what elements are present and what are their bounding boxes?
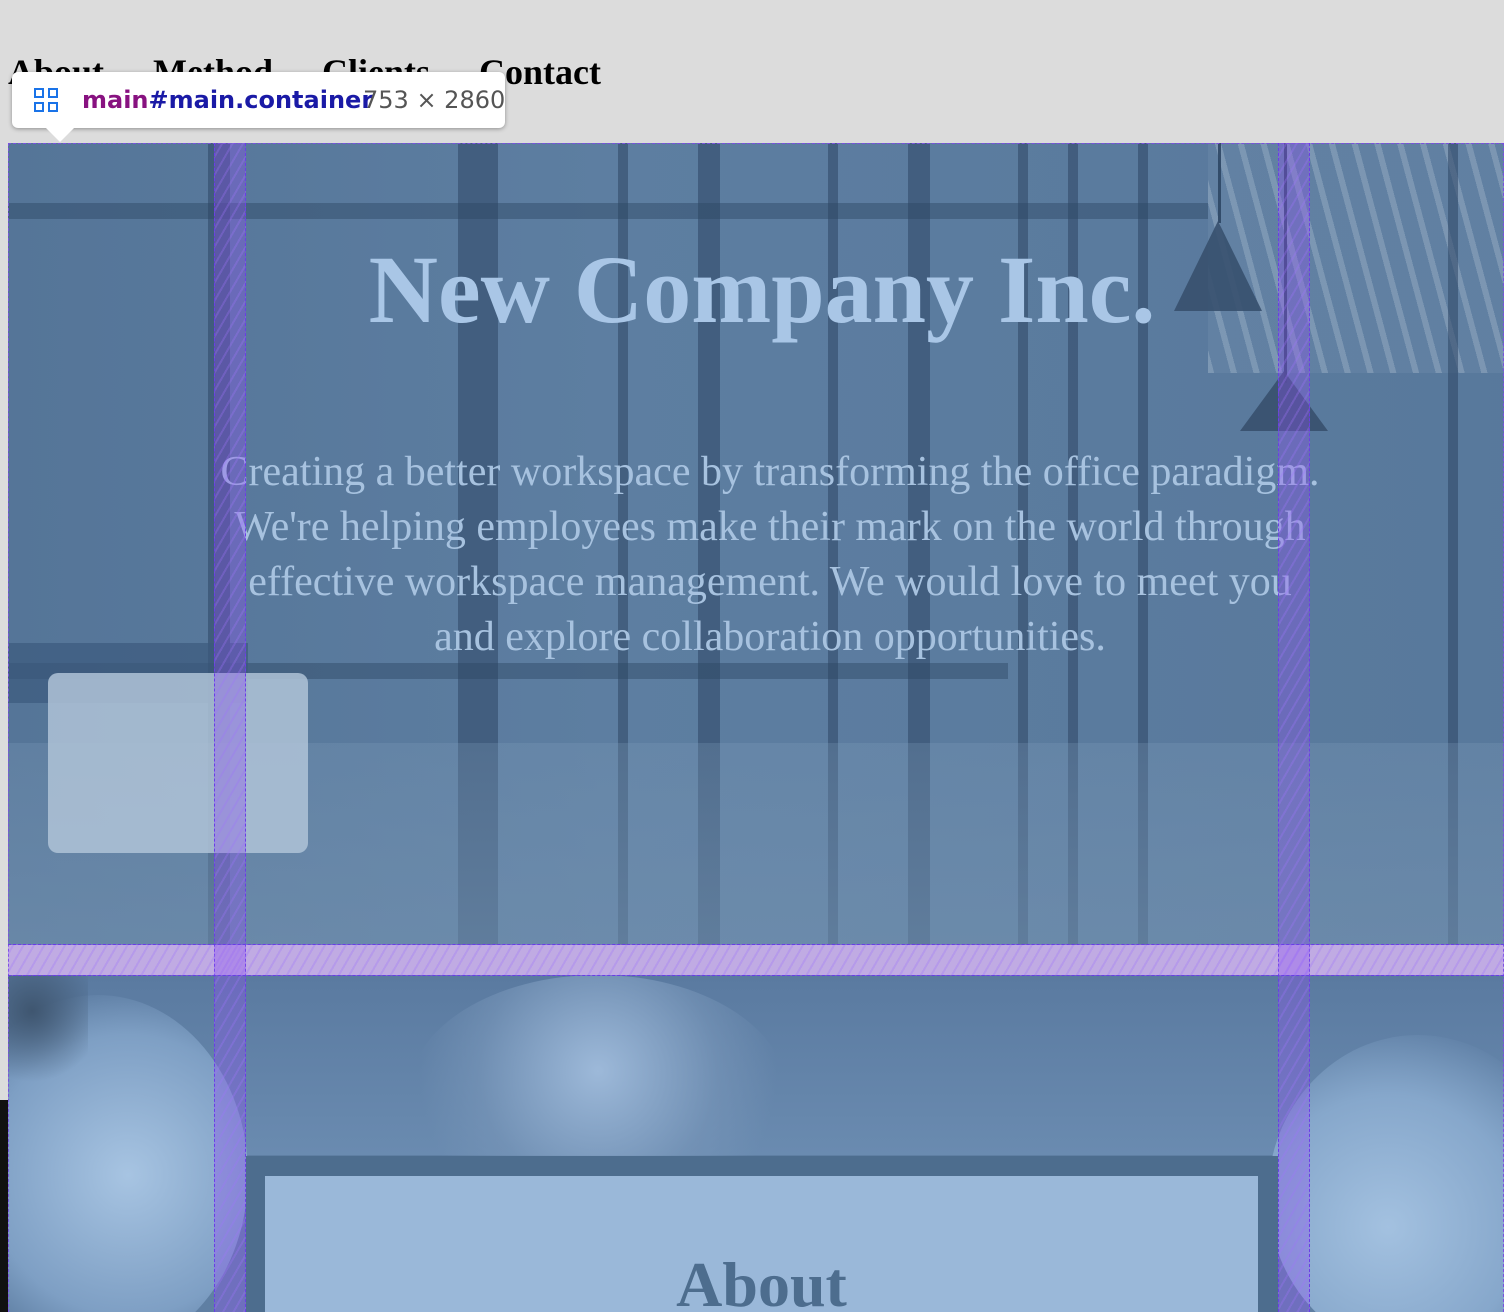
grid-row-gap (8, 944, 1504, 976)
tooltip-element-selector: main#main.container (82, 86, 373, 114)
hero-section: New Company Inc. Creating a better works… (8, 143, 1504, 945)
tooltip-dimensions: 753 × 2860 (363, 86, 506, 114)
about-card: About (265, 1176, 1258, 1312)
about-title: About (676, 1249, 847, 1312)
window-edge (0, 1100, 8, 1312)
grid-layout-icon (34, 88, 58, 112)
hero-sofa (48, 673, 308, 853)
tooltip-arrow (46, 128, 74, 142)
hero-lamp-cord (1218, 143, 1221, 223)
about-background-shadow (8, 975, 88, 1095)
hero-title: New Company Inc. (368, 236, 1156, 343)
hero-window-rail (8, 203, 1208, 219)
about-section: About (8, 975, 1504, 1312)
page: About Method Clients Contact New Company… (0, 0, 1504, 1312)
hero-description: Creating a better workspace by transform… (220, 449, 1320, 660)
tooltip-id-class: #main.container (148, 86, 374, 114)
about-card-frame: About (246, 1156, 1278, 1312)
hero-pendant-lamp (1240, 371, 1328, 431)
tooltip-tag-name: main (82, 86, 149, 114)
devtools-element-tooltip: main#main.container 753 × 2860 (12, 72, 506, 142)
